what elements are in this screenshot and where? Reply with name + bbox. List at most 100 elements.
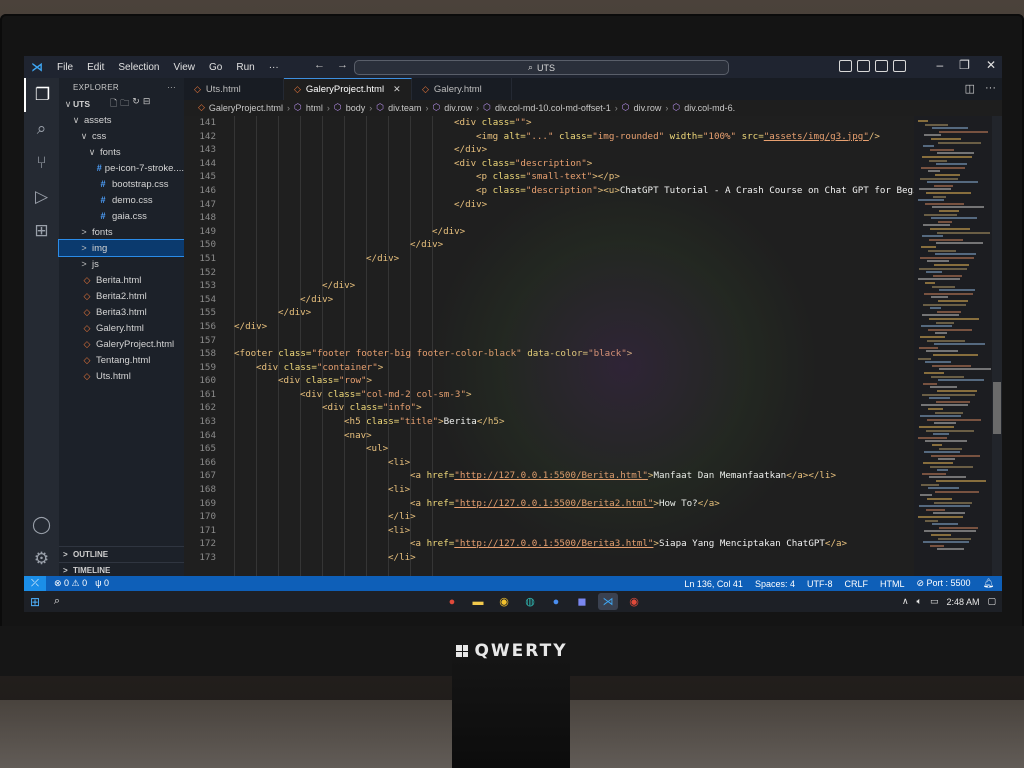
file-item[interactable]: ◇ Tentang.html: [59, 352, 184, 368]
close-icon[interactable]: ✕: [986, 58, 996, 72]
forward-arrow-icon[interactable]: →: [337, 59, 348, 71]
app-blue-icon[interactable]: ●: [546, 593, 566, 610]
code-line[interactable]: 169 <a href="http://127.0.0.1:5500/Berita…: [184, 497, 914, 511]
file-item[interactable]: ◇ GaleryProject.html: [59, 336, 184, 352]
menu-item[interactable]: ···: [262, 62, 286, 73]
new-folder-icon[interactable]: 🗀: [120, 96, 129, 112]
tray-chevron-icon[interactable]: ∧: [902, 596, 909, 607]
file-item[interactable]: ◇ Galery.html: [59, 320, 184, 336]
app-red-icon[interactable]: ●: [442, 593, 462, 610]
file-item[interactable]: # pe-icon-7-stroke....: [59, 160, 184, 176]
breadcrumb-item[interactable]: div.col-md-6.: [684, 103, 735, 113]
vscode-taskbar-icon[interactable]: ⋊: [598, 593, 618, 610]
toggle-secondary-sidebar-icon[interactable]: [875, 60, 888, 72]
breadcrumb-item[interactable]: html: [306, 103, 323, 113]
explorer-more-icon[interactable]: ···: [167, 83, 176, 92]
code-line[interactable]: 142 <img alt="..." class="img-rounded" wi…: [184, 130, 914, 144]
menu-item[interactable]: Selection: [111, 62, 166, 73]
breadcrumb-item[interactable]: GaleryProject.html: [209, 103, 283, 113]
code-line[interactable]: 163 <h5 class="title">Berita</h5>: [184, 415, 914, 429]
breadcrumb-item[interactable]: body: [346, 103, 366, 113]
account-icon[interactable]: ◯: [24, 508, 59, 542]
breadcrumb-item[interactable]: div.col-md-10.col-md-offset-1: [495, 103, 611, 113]
encoding[interactable]: UTF-8: [807, 579, 833, 589]
menu-item[interactable]: File: [50, 62, 80, 73]
ports-count[interactable]: ψ 0: [95, 578, 109, 589]
code-line[interactable]: 141 <div class="">: [184, 116, 914, 130]
remote-indicator-icon[interactable]: ⤫: [24, 576, 46, 591]
code-line[interactable]: 143 </div>: [184, 143, 914, 157]
code-line[interactable]: 147 </div>: [184, 198, 914, 212]
folder-item[interactable]: > img: [58, 239, 185, 257]
vertical-scrollbar[interactable]: [992, 116, 1002, 576]
code-line[interactable]: 160 <div class="row">: [184, 374, 914, 388]
code-line[interactable]: 146 <p class="description"><u>ChatGPT Tut…: [184, 184, 914, 198]
menu-item[interactable]: Go: [202, 62, 229, 73]
code-line[interactable]: 151 </div>: [184, 252, 914, 266]
windows-start-icon[interactable]: ⊞: [24, 591, 46, 612]
cursor-position[interactable]: Ln 136, Col 41: [684, 579, 743, 589]
code-line[interactable]: 171 <li>: [184, 524, 914, 538]
file-item[interactable]: ◇ Berita.html: [59, 272, 184, 288]
customize-layout-icon[interactable]: [893, 60, 906, 72]
code-line[interactable]: 164 <nav>: [184, 429, 914, 443]
toggle-panel-icon[interactable]: [857, 60, 870, 72]
problems-count[interactable]: ⊗ 0 ⚠ 0: [54, 578, 87, 589]
breadcrumb-item[interactable]: div.team: [388, 103, 421, 113]
folder-item[interactable]: > fonts: [59, 224, 184, 240]
file-item[interactable]: # bootstrap.css: [59, 176, 184, 192]
editor-tab[interactable]: ◇ Uts.html: [184, 78, 284, 100]
extensions-icon[interactable]: ⊞: [24, 214, 59, 248]
minimize-icon[interactable]: –: [936, 58, 943, 72]
indentation[interactable]: Spaces: 4: [755, 579, 795, 589]
new-file-icon[interactable]: 🗋: [110, 96, 117, 112]
more-actions-icon[interactable]: ···: [985, 82, 996, 95]
run-debug-icon[interactable]: ▷: [24, 180, 59, 214]
split-editor-icon[interactable]: ◫: [965, 82, 975, 95]
file-item[interactable]: ◇ Berita3.html: [59, 304, 184, 320]
notifications-bell-icon[interactable]: 🔔︎: [983, 578, 994, 589]
code-line[interactable]: 152: [184, 266, 914, 280]
chrome-2-icon[interactable]: ◉: [624, 593, 644, 610]
file-item[interactable]: ◇ Berita2.html: [59, 288, 184, 304]
code-line[interactable]: 173 </li>: [184, 551, 914, 565]
menu-item[interactable]: Edit: [80, 62, 111, 73]
line-ending[interactable]: CRLF: [844, 579, 868, 589]
taskbar-search-icon[interactable]: ⌕: [46, 595, 68, 608]
editor-tab[interactable]: ◇ Galery.html: [412, 78, 512, 100]
code-line[interactable]: 168 <li>: [184, 483, 914, 497]
menu-item[interactable]: View: [167, 62, 203, 73]
battery-icon[interactable]: ▭: [930, 596, 939, 607]
code-line[interactable]: 155 </div>: [184, 306, 914, 320]
code-line[interactable]: 161 <div class="col-md-2 col-sm-3">: [184, 388, 914, 402]
clock[interactable]: 2:48 AM: [946, 597, 979, 607]
minimap[interactable]: [914, 116, 992, 576]
workspace-root[interactable]: ∨ UTS 🗋 🗀 ↻ ⊟: [59, 96, 184, 112]
explorer-files-icon[interactable]: ❐: [24, 78, 59, 112]
restore-icon[interactable]: ❐: [959, 58, 970, 72]
scroll-thumb[interactable]: [993, 382, 1001, 434]
code-line[interactable]: 162 <div class="info">: [184, 401, 914, 415]
refresh-icon[interactable]: ↻: [132, 96, 140, 112]
folder-item[interactable]: ∨ fonts: [59, 144, 184, 160]
code-line[interactable]: 172 <a href="http://127.0.0.1:5500/Berita…: [184, 537, 914, 551]
settings-gear-icon[interactable]: ⚙: [24, 542, 59, 576]
file-item[interactable]: # gaia.css: [59, 208, 184, 224]
toggle-primary-sidebar-icon[interactable]: [839, 60, 852, 72]
source-control-icon[interactable]: ⑂: [24, 146, 59, 180]
code-line[interactable]: 153 </div>: [184, 279, 914, 293]
code-line[interactable]: 157: [184, 334, 914, 348]
close-tab-icon[interactable]: ✕: [393, 84, 401, 95]
command-center-search[interactable]: ⌕ UTS: [354, 60, 729, 75]
file-item[interactable]: # demo.css: [59, 192, 184, 208]
code-line[interactable]: 158 <footer class="footer footer-big foot…: [184, 347, 914, 361]
breadcrumb-item[interactable]: div.row: [634, 103, 662, 113]
code-line[interactable]: 170 </li>: [184, 510, 914, 524]
outline-section[interactable]: > OUTLINE: [59, 546, 184, 562]
edge-icon[interactable]: ◍: [520, 593, 540, 610]
code-line[interactable]: 156 </div>: [184, 320, 914, 334]
discord-icon[interactable]: ◼: [572, 593, 592, 610]
folder-item[interactable]: ∨ css: [59, 128, 184, 144]
live-server-port[interactable]: ⊘ Port : 5500: [916, 578, 970, 589]
code-line[interactable]: 166 <li>: [184, 456, 914, 470]
